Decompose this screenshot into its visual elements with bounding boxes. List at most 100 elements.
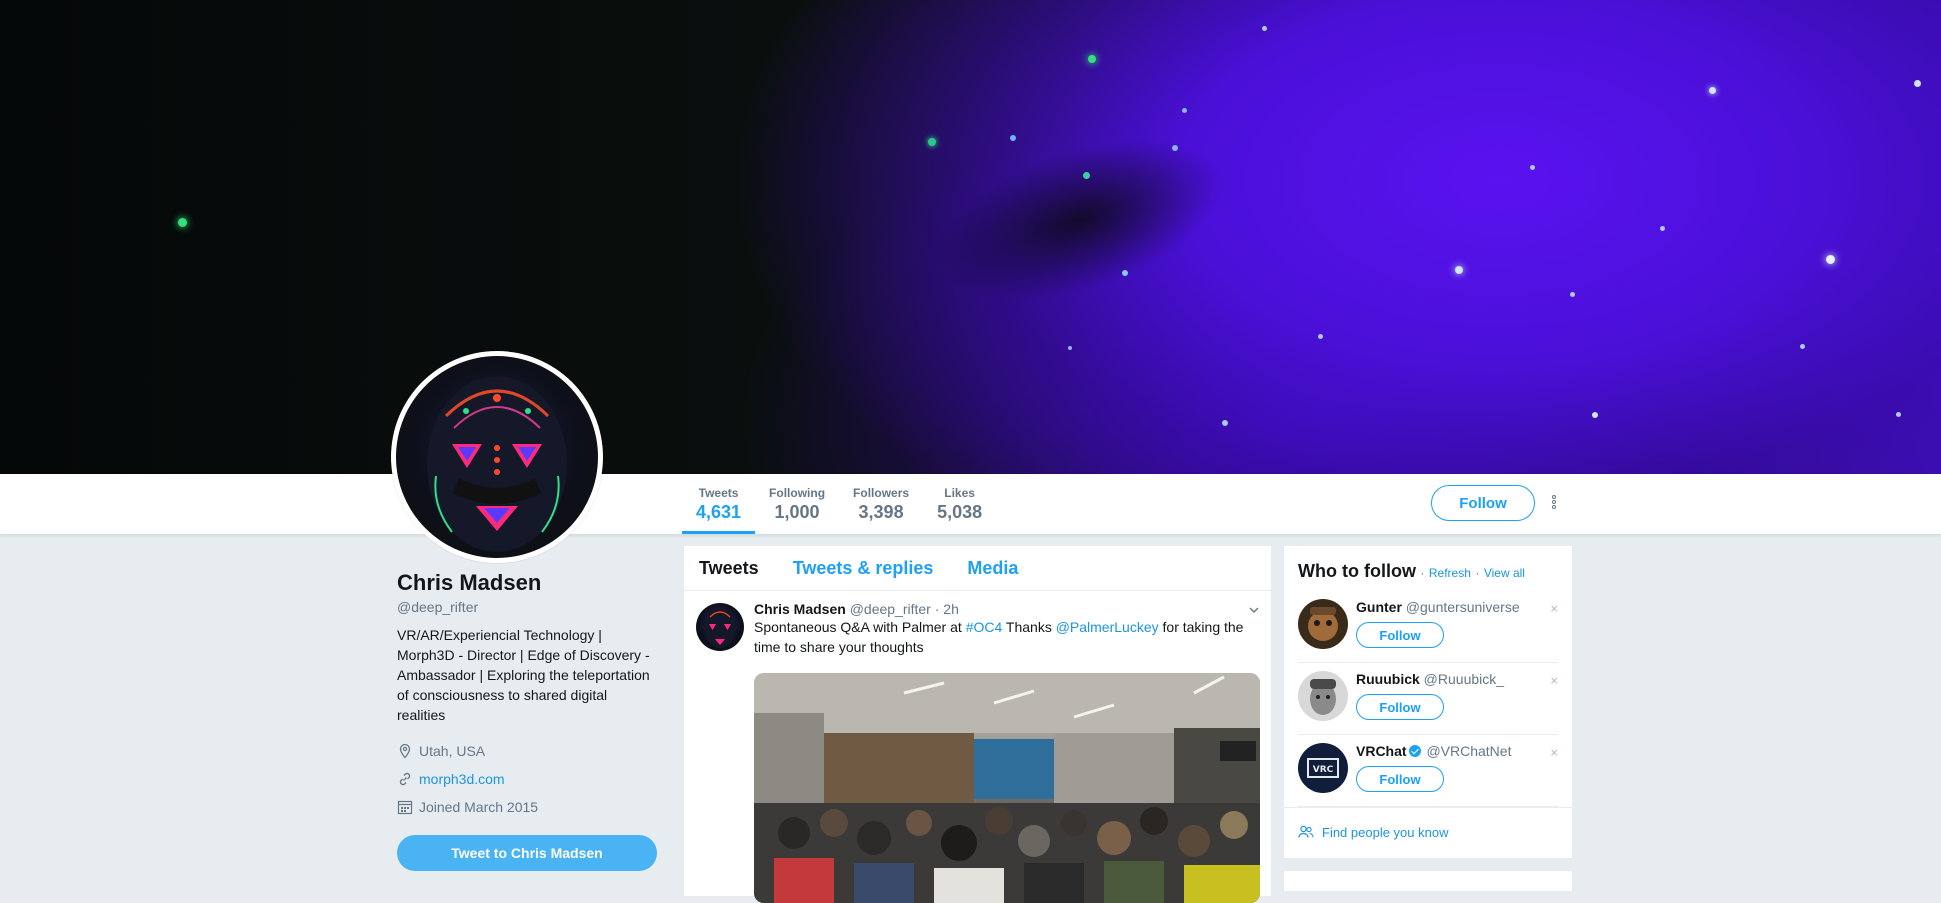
- stat-likes[interactable]: Likes 5,038: [923, 474, 996, 534]
- tweet-text-part: Thanks: [1002, 619, 1056, 635]
- suggested-user-avatar[interactable]: [1298, 599, 1348, 649]
- stat-tweets[interactable]: Tweets 4,631: [682, 474, 756, 534]
- more-options-icon[interactable]: [1552, 495, 1558, 513]
- stat-followers[interactable]: Followers 3,398: [839, 474, 923, 534]
- close-icon[interactable]: ×: [1550, 745, 1558, 760]
- tab-tweets-replies[interactable]: Tweets & replies: [793, 558, 934, 579]
- tab-tweets[interactable]: Tweets: [699, 558, 759, 579]
- banner-star: [1592, 412, 1598, 418]
- suggested-user[interactable]: Gunter @guntersuniverse Follow ×: [1298, 591, 1558, 663]
- who-to-follow-header: Who to follow · Refresh · View all: [1284, 546, 1572, 591]
- banner-star: [1660, 226, 1665, 231]
- suggested-user[interactable]: Ruuubick @Ruuubick_ Follow ×: [1298, 663, 1558, 735]
- banner-star: [1455, 266, 1463, 274]
- banner-star: [1530, 165, 1535, 170]
- banner-star: [1088, 55, 1096, 63]
- banner-star: [1826, 255, 1835, 264]
- location-pin-icon: [399, 743, 411, 759]
- who-to-follow: Who to follow · Refresh · View all Gunte…: [1283, 545, 1573, 859]
- user-display-name[interactable]: Gunter: [1356, 599, 1402, 615]
- stat-value: 1,000: [774, 502, 820, 522]
- close-icon[interactable]: ×: [1550, 673, 1558, 688]
- chevron-down-icon[interactable]: [1249, 605, 1259, 615]
- suggested-user-avatar[interactable]: [1298, 671, 1348, 721]
- profile-joined: Joined March 2015: [397, 793, 667, 821]
- user-handle[interactable]: @VRChatNet: [1426, 743, 1511, 759]
- mention-link[interactable]: @PalmerLuckey: [1056, 619, 1159, 635]
- sidebar-module-next: [1283, 870, 1573, 892]
- profile-website: morph3d.com: [397, 765, 667, 793]
- refresh-link[interactable]: Refresh: [1429, 566, 1471, 580]
- banner-hand-silhouette: [915, 107, 1245, 333]
- tweet-avatar[interactable]: [696, 603, 744, 651]
- location-text: Utah, USA: [419, 743, 486, 759]
- banner-star: [1262, 26, 1267, 31]
- website-link[interactable]: morph3d.com: [419, 771, 505, 787]
- profile-handle[interactable]: @deep_rifter: [397, 599, 667, 615]
- stat-label: Followers: [853, 486, 910, 500]
- svg-text:VRC: VRC: [1313, 765, 1334, 775]
- calendar-icon: [397, 800, 413, 815]
- tweet[interactable]: Chris Madsen @deep_rifter · 2h Spontaneo…: [684, 591, 1271, 903]
- find-people-text: Find people you know: [1322, 824, 1449, 840]
- tab-media[interactable]: Media: [967, 558, 1018, 579]
- banner-star: [1172, 145, 1178, 151]
- separator-dot: ·: [1420, 566, 1425, 580]
- profile-banner[interactable]: [0, 0, 1941, 474]
- user-display-name[interactable]: VRChat: [1356, 743, 1407, 759]
- profile-name[interactable]: Chris Madsen: [397, 570, 667, 596]
- banner-star: [1083, 172, 1090, 179]
- follow-button[interactable]: Follow: [1356, 766, 1444, 792]
- view-all-link[interactable]: View all: [1484, 566, 1525, 580]
- suggested-user[interactable]: VRC VRChat @VRChatNet Follow ×: [1298, 735, 1558, 807]
- follow-button[interactable]: Follow: [1356, 622, 1444, 648]
- suggested-user-name: Gunter @guntersuniverse: [1356, 599, 1520, 615]
- profile-card: Chris Madsen @deep_rifter VR/AR/Experien…: [397, 570, 667, 871]
- stat-label: Following: [769, 486, 826, 500]
- banner-star: [1896, 412, 1901, 417]
- user-handle[interactable]: @Ruuubick_: [1424, 671, 1504, 687]
- tweet-photo[interactable]: [754, 673, 1260, 903]
- find-people-link[interactable]: Find people you know: [1284, 807, 1572, 856]
- conference-crowd-photo: [754, 673, 1260, 903]
- tweet-to-button[interactable]: Tweet to Chris Madsen: [397, 835, 657, 871]
- banner-star: [1010, 135, 1016, 141]
- stat-value: 3,398: [858, 502, 904, 522]
- follow-button[interactable]: Follow: [1431, 485, 1535, 521]
- stat-value: 5,038: [937, 502, 983, 522]
- tweet-author-name[interactable]: Chris Madsen: [754, 601, 846, 617]
- tweet-time[interactable]: · 2h: [935, 601, 959, 617]
- profile-location: Utah, USA: [397, 737, 667, 765]
- follow-button[interactable]: Follow: [1356, 694, 1444, 720]
- banner-star: [928, 138, 936, 146]
- suggested-user-name: Ruuubick @Ruuubick_: [1356, 671, 1504, 687]
- banner-star: [1914, 80, 1921, 87]
- tweet-text-part: Spontaneous Q&A with Palmer at: [754, 619, 966, 635]
- user-display-name[interactable]: Ruuubick: [1356, 671, 1420, 687]
- people-icon: [1298, 825, 1314, 838]
- suggested-user-avatar[interactable]: VRC: [1298, 743, 1348, 793]
- joined-text: Joined March 2015: [419, 799, 539, 815]
- stat-label: Likes: [944, 486, 975, 500]
- stat-following[interactable]: Following 1,000: [755, 474, 839, 534]
- profile-avatar[interactable]: [391, 351, 603, 563]
- tweet-author-handle[interactable]: @deep_rifter: [850, 601, 931, 617]
- banner-star: [1570, 292, 1575, 297]
- tweet-header: Chris Madsen @deep_rifter · 2h: [754, 601, 1259, 617]
- profile-bio: VR/AR/Experiencial Technology | Morph3D …: [397, 627, 650, 723]
- banner-star: [1800, 344, 1805, 349]
- profile-stats: Tweets 4,631 Following 1,000 Followers 3…: [682, 474, 996, 534]
- banner-star: [1068, 346, 1072, 350]
- close-icon[interactable]: ×: [1550, 601, 1558, 616]
- banner-star: [1122, 270, 1128, 276]
- who-to-follow-title: Who to follow: [1298, 561, 1416, 581]
- profile-meta: Utah, USA morph3d.com Joined March 2015: [397, 737, 667, 821]
- suggested-user-name: VRChat @VRChatNet: [1356, 743, 1511, 759]
- user-handle[interactable]: @guntersuniverse: [1406, 599, 1520, 615]
- link-icon: [399, 772, 411, 786]
- separator-dot: ·: [1475, 566, 1480, 580]
- hashtag-link[interactable]: #OC4: [966, 619, 1003, 635]
- banner-star: [178, 218, 187, 227]
- avatar-mask-image: [396, 356, 598, 558]
- banner-star: [1222, 420, 1228, 426]
